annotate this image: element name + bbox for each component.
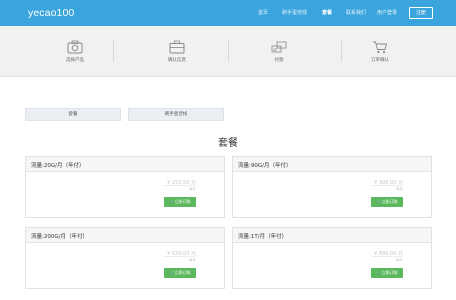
register-button[interactable]: 注册 — [409, 7, 433, 19]
section-title: 套餐 — [218, 138, 238, 149]
plan-billing-period: 每年 — [396, 187, 403, 191]
step-divider — [228, 40, 229, 62]
nav-brush-stack[interactable]: 刷手蛋佳栈 — [282, 9, 307, 16]
plan-card: 流量:1T/月（年付） ¥ 880.00 元 每年 🛒立即订购 — [232, 227, 432, 289]
plan-title: 流量:200G/月（年付） — [31, 234, 88, 240]
price-divider — [371, 256, 403, 257]
order-steps: 选择产品 确认信息 付款 订单确认 — [0, 26, 456, 77]
tab-packages[interactable]: 套餐 — [25, 108, 121, 121]
plan-card-header: 流量:20G/月（年付） — [26, 157, 224, 172]
nav-login[interactable]: 用户登录 — [377, 9, 397, 16]
step-divider — [113, 40, 114, 62]
tab-brush-stack[interactable]: 刷手蛋佳栈 — [128, 108, 224, 121]
buy-now-button[interactable]: 🛒立即订购 — [164, 197, 196, 207]
nav-home[interactable]: 首页 — [258, 9, 268, 16]
buy-now-button[interactable]: 🛒立即订购 — [164, 268, 196, 278]
step-divider — [341, 40, 342, 62]
site-logo[interactable]: yecao100 — [28, 7, 74, 19]
nav-contact[interactable]: 联系我们 — [346, 9, 366, 16]
step-label: 确认信息 — [168, 58, 186, 63]
plan-billing-period: 每年 — [189, 187, 196, 191]
step-label: 订单确认 — [371, 58, 389, 63]
plan-billing-period: 每年 — [396, 258, 403, 262]
plan-card: 流量:90G/月（年付） ¥ 306.00 元 每年 🛒立即订购 — [232, 156, 432, 218]
plan-card-header: 流量:1T/月（年付） — [233, 228, 431, 243]
plan-title: 流量:20G/月（年付） — [31, 163, 85, 169]
camera-icon — [67, 39, 83, 54]
price-divider — [371, 185, 403, 186]
cart-icon — [372, 39, 388, 54]
step-label: 选择产品 — [66, 58, 84, 63]
plan-card: 流量:200G/月（年付） ¥ 620.00 元 每年 🛒立即订购 — [25, 227, 225, 289]
plan-card-header: 流量:90G/月（年付） — [233, 157, 431, 172]
step-label: 付款 — [274, 58, 284, 63]
top-navbar: yecao100 首页 刷手蛋佳栈 套餐 联系我们 用户登录 注册 — [0, 0, 456, 26]
plan-title: 流量:90G/月（年付） — [238, 163, 292, 169]
price-divider — [164, 185, 196, 186]
step-select-product: 选择产品 — [45, 26, 105, 76]
step-confirm-info: 确认信息 — [147, 26, 207, 76]
step-order-confirm: 订单确认 — [350, 26, 410, 76]
price-divider — [164, 256, 196, 257]
step-payment: 付款 — [249, 26, 309, 76]
plan-billing-period: 每年 — [189, 258, 196, 262]
plan-card: 流量:20G/月（年付） ¥ 252.00 元 每年 🛒立即订购 — [25, 156, 225, 218]
plan-title: 流量:1T/月（年付） — [238, 234, 288, 240]
briefcase-icon — [169, 39, 185, 54]
buy-now-button[interactable]: 🛒立即订购 — [371, 197, 403, 207]
plan-card-header: 流量:200G/月（年付） — [26, 228, 224, 243]
buy-now-button[interactable]: 🛒立即订购 — [371, 268, 403, 278]
nav-packages[interactable]: 套餐 — [322, 9, 332, 16]
payment-icon — [271, 39, 287, 53]
